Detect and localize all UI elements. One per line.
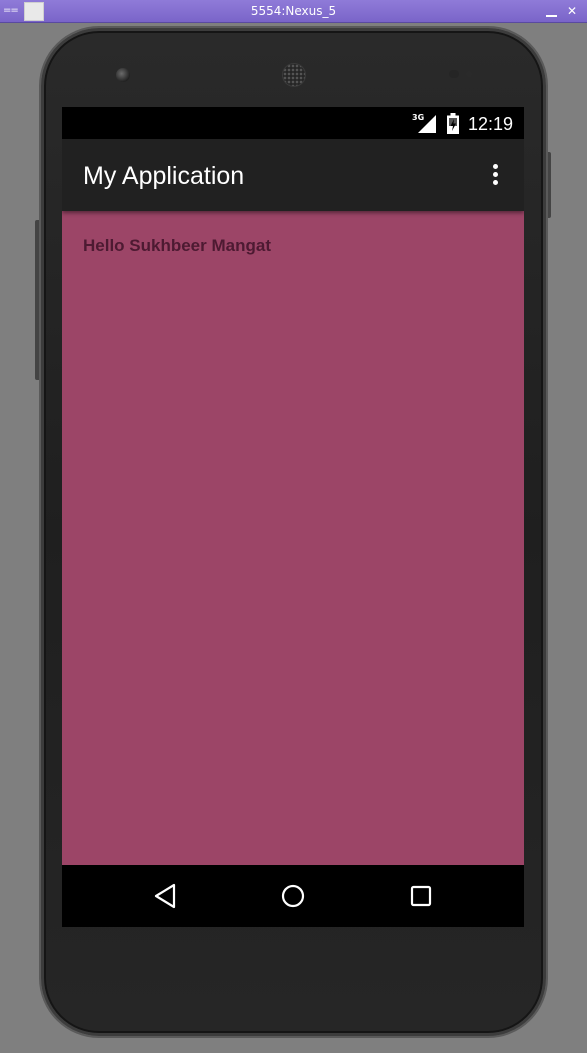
app-title: My Application bbox=[83, 162, 245, 190]
home-icon bbox=[281, 884, 305, 908]
main-content: Hello Sukhbeer Mangat bbox=[62, 211, 524, 865]
back-icon bbox=[154, 883, 176, 909]
status-clock: 12:19 bbox=[468, 114, 514, 134]
emulator-window: == 5554:Nexus_5 ✕ 3G 12:19 My Applicatio… bbox=[0, 0, 587, 1053]
close-button[interactable]: ✕ bbox=[565, 4, 579, 18]
earpiece-speaker-icon bbox=[282, 63, 306, 87]
device-screen: 3G 12:19 My Application Hello Sukhbeer M… bbox=[62, 107, 524, 927]
home-button[interactable] bbox=[278, 881, 308, 911]
recents-button[interactable] bbox=[406, 881, 436, 911]
action-bar: My Application bbox=[62, 139, 524, 211]
back-button[interactable] bbox=[151, 881, 181, 911]
window-title: 5554:Nexus_5 bbox=[250, 4, 337, 18]
recents-icon bbox=[410, 885, 432, 907]
more-vert-icon[interactable] bbox=[484, 161, 508, 189]
battery-icon bbox=[447, 113, 459, 134]
minimize-button[interactable] bbox=[545, 4, 559, 18]
window-title-bar[interactable]: == 5554:Nexus_5 ✕ bbox=[0, 0, 587, 23]
proximity-sensor-icon bbox=[449, 70, 459, 78]
navigation-bar bbox=[62, 865, 524, 927]
signal-icon bbox=[418, 115, 436, 133]
greeting-text: Hello Sukhbeer Mangat bbox=[83, 236, 271, 255]
status-bar: 3G 12:19 bbox=[62, 107, 524, 139]
front-camera-icon bbox=[116, 68, 130, 82]
light-sensor-icon bbox=[466, 71, 472, 77]
